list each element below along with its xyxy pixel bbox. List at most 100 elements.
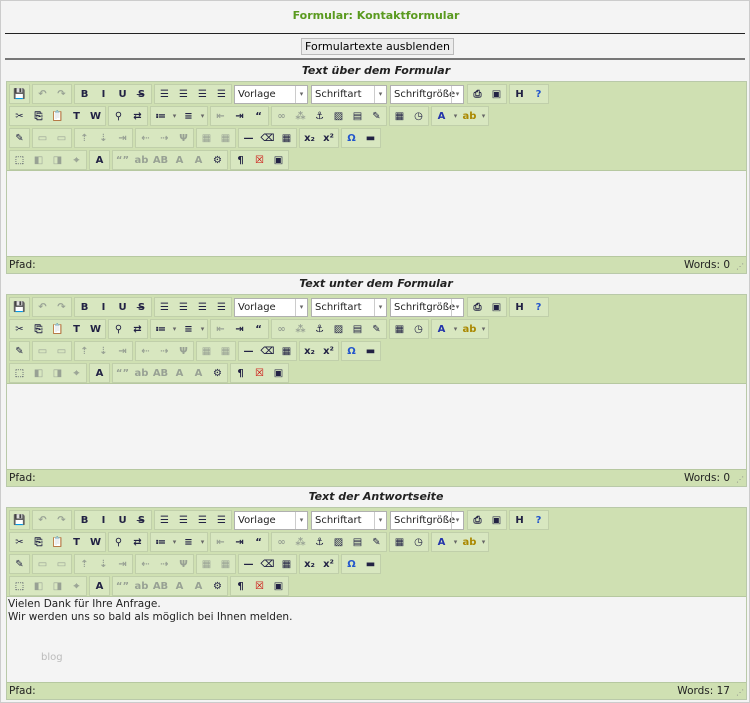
text-color-button[interactable]: A bbox=[432, 320, 451, 338]
charmap-button[interactable]: Ω bbox=[342, 342, 361, 360]
merge-cells-button[interactable]: ▦ bbox=[216, 555, 235, 573]
underline-button[interactable]: U bbox=[113, 85, 132, 103]
charmap-button[interactable]: Ω bbox=[342, 129, 361, 147]
find-button[interactable]: ⚲ bbox=[109, 107, 128, 125]
superscript-button[interactable]: x² bbox=[319, 342, 338, 360]
save-button[interactable]: 💾 bbox=[10, 298, 29, 316]
align-right-button[interactable]: ☰ bbox=[193, 85, 212, 103]
resize-handle-icon[interactable]: ⋰ bbox=[736, 262, 744, 271]
chevron-down-icon[interactable]: ▾ bbox=[198, 112, 207, 120]
html-button[interactable]: H bbox=[510, 85, 529, 103]
visual-aid-button[interactable]: ▣ bbox=[269, 364, 288, 382]
underline-button[interactable]: U bbox=[113, 511, 132, 529]
move-backward-button[interactable]: ◨ bbox=[48, 151, 67, 169]
paste-word-button[interactable]: W bbox=[86, 320, 105, 338]
bullet-list-button[interactable]: ≔ bbox=[151, 320, 170, 338]
align-right-button[interactable]: ☰ bbox=[193, 511, 212, 529]
horizontal-rule-button[interactable]: — bbox=[239, 129, 258, 147]
abbr-button[interactable]: ab bbox=[132, 364, 151, 382]
split-cells-button[interactable]: ▦ bbox=[197, 129, 216, 147]
cite-button[interactable]: “” bbox=[113, 577, 132, 595]
media-button[interactable]: ▤ bbox=[348, 107, 367, 125]
insert-layer-button[interactable]: ⬚ bbox=[10, 151, 29, 169]
delete-col-button[interactable]: Ψ bbox=[174, 342, 193, 360]
redo-button[interactable]: ↷ bbox=[52, 85, 71, 103]
visual-chars-button[interactable]: ¶ bbox=[231, 364, 250, 382]
font-size-select[interactable]: Schriftgröße ▾ bbox=[390, 84, 464, 104]
italic-button[interactable]: I bbox=[94, 85, 113, 103]
move-backward-button[interactable]: ◨ bbox=[48, 577, 67, 595]
copy-button[interactable]: ⎘ bbox=[29, 533, 48, 551]
print-button[interactable]: ⎙ bbox=[468, 298, 487, 316]
anchor-button[interactable]: ⚓ bbox=[310, 320, 329, 338]
undo-button[interactable]: ↶ bbox=[33, 298, 52, 316]
delete-col-button[interactable]: Ψ bbox=[174, 555, 193, 573]
font-size-select[interactable]: Schriftgröße ▾ bbox=[390, 510, 464, 530]
find-button[interactable]: ⚲ bbox=[109, 533, 128, 551]
insert-date-button[interactable]: ▦ bbox=[390, 107, 409, 125]
image-button[interactable]: ▨ bbox=[329, 320, 348, 338]
visual-aid-button[interactable]: ▣ bbox=[269, 577, 288, 595]
cell-props-button[interactable]: ▭ bbox=[52, 129, 71, 147]
anchor-button[interactable]: ⚓ bbox=[310, 533, 329, 551]
help-button[interactable]: ? bbox=[529, 298, 548, 316]
link-button[interactable]: ∞ bbox=[272, 320, 291, 338]
template-button[interactable]: ☒ bbox=[250, 577, 269, 595]
bold-button[interactable]: B bbox=[75, 511, 94, 529]
paste-button[interactable]: 📋 bbox=[48, 533, 67, 551]
absolute-button[interactable]: ⌖ bbox=[67, 151, 86, 169]
chevron-down-icon[interactable]: ▾ bbox=[374, 511, 386, 529]
attribs-button[interactable]: ⚙ bbox=[208, 577, 227, 595]
subscript-button[interactable]: x₂ bbox=[300, 555, 319, 573]
unlink-button[interactable]: ⁂ bbox=[291, 533, 310, 551]
numbered-list-button[interactable]: ≡ bbox=[179, 107, 198, 125]
paste-text-button[interactable]: T bbox=[67, 320, 86, 338]
undo-button[interactable]: ↶ bbox=[33, 85, 52, 103]
acronym-button[interactable]: AB bbox=[151, 364, 170, 382]
style-props-button[interactable]: ✎ bbox=[10, 129, 29, 147]
cut-button[interactable]: ✂ bbox=[10, 320, 29, 338]
insert-layer-button[interactable]: ⬚ bbox=[10, 364, 29, 382]
merge-cells-button[interactable]: ▦ bbox=[216, 129, 235, 147]
help-button[interactable]: ? bbox=[529, 85, 548, 103]
outdent-button[interactable]: ⇤ bbox=[211, 107, 230, 125]
align-justify-button[interactable]: ☰ bbox=[212, 85, 231, 103]
hide-form-texts-button[interactable]: Formulartexte ausblenden bbox=[301, 38, 454, 55]
editor-content-area[interactable] bbox=[7, 384, 746, 469]
redo-button[interactable]: ↷ bbox=[52, 298, 71, 316]
split-cells-button[interactable]: ▦ bbox=[197, 342, 216, 360]
chevron-down-icon[interactable]: ▾ bbox=[170, 112, 179, 120]
format-select[interactable]: Vorlage ▾ bbox=[234, 297, 308, 317]
horizontal-rule-button[interactable]: — bbox=[239, 342, 258, 360]
subscript-button[interactable]: x₂ bbox=[300, 129, 319, 147]
superscript-button[interactable]: x² bbox=[319, 129, 338, 147]
remove-format-button[interactable]: ⌫ bbox=[258, 129, 277, 147]
chevron-down-icon[interactable]: ▾ bbox=[198, 325, 207, 333]
resize-handle-icon[interactable]: ⋰ bbox=[736, 688, 744, 697]
cite-button[interactable]: “” bbox=[113, 364, 132, 382]
outdent-button[interactable]: ⇤ bbox=[211, 320, 230, 338]
anchor-button[interactable]: ⚓ bbox=[310, 107, 329, 125]
row-before-button[interactable]: ⇡ bbox=[75, 342, 94, 360]
indent-button[interactable]: ⇥ bbox=[230, 107, 249, 125]
style-props-button[interactable]: ✎ bbox=[10, 342, 29, 360]
move-forward-button[interactable]: ◧ bbox=[29, 577, 48, 595]
print-button[interactable]: ⎙ bbox=[468, 511, 487, 529]
help-button[interactable]: ? bbox=[529, 511, 548, 529]
cleanup-button[interactable]: ✎ bbox=[367, 107, 386, 125]
delete-col-button[interactable]: Ψ bbox=[174, 129, 193, 147]
col-before-button[interactable]: ⇠ bbox=[136, 342, 155, 360]
media-button[interactable]: ▤ bbox=[348, 320, 367, 338]
outdent-button[interactable]: ⇤ bbox=[211, 533, 230, 551]
save-button[interactable]: 💾 bbox=[10, 85, 29, 103]
strikethrough-button[interactable]: S̶ bbox=[132, 511, 151, 529]
insert-time-button[interactable]: ◷ bbox=[409, 320, 428, 338]
nonbreaking-button[interactable]: ▬ bbox=[361, 129, 380, 147]
cleanup-button[interactable]: ✎ bbox=[367, 320, 386, 338]
chevron-down-icon[interactable]: ▾ bbox=[170, 325, 179, 333]
save-button[interactable]: 💾 bbox=[10, 511, 29, 529]
row-after-button[interactable]: ⇣ bbox=[94, 555, 113, 573]
ins-button[interactable]: A bbox=[189, 151, 208, 169]
replace-button[interactable]: ⇄ bbox=[128, 533, 147, 551]
insert-time-button[interactable]: ◷ bbox=[409, 107, 428, 125]
